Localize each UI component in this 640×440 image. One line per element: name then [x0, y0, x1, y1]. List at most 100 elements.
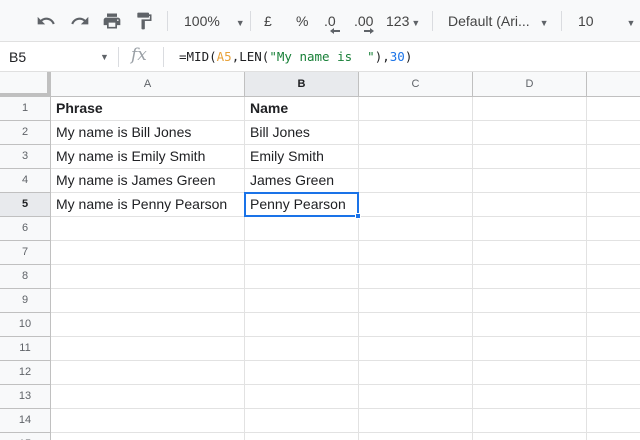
row-header-3[interactable]: 3	[0, 145, 51, 169]
row-header-13[interactable]: 13	[0, 385, 51, 409]
cell-e6[interactable]	[587, 217, 640, 241]
cell-d3[interactable]	[473, 145, 587, 169]
column-header-a[interactable]: A	[51, 72, 245, 97]
cell-b11[interactable]	[245, 337, 359, 361]
cell-c13[interactable]	[359, 385, 473, 409]
cell-e5[interactable]	[587, 193, 640, 217]
cell-b6[interactable]	[245, 217, 359, 241]
cell-c11[interactable]	[359, 337, 473, 361]
cell-b3[interactable]: Emily Smith	[245, 145, 359, 169]
undo-icon[interactable]	[36, 0, 58, 42]
cell-b10[interactable]	[245, 313, 359, 337]
cell-b13[interactable]	[245, 385, 359, 409]
cell-a15[interactable]	[51, 433, 245, 440]
cell-d1[interactable]	[473, 97, 587, 121]
select-all-corner[interactable]	[0, 72, 51, 97]
percent-format-button[interactable]: %	[296, 0, 310, 42]
cell-d5[interactable]	[473, 193, 587, 217]
cell-b1[interactable]: Name	[245, 97, 359, 121]
cell-e10[interactable]	[587, 313, 640, 337]
cell-c10[interactable]	[359, 313, 473, 337]
column-header-c[interactable]: C	[359, 72, 473, 97]
cell-e1[interactable]	[587, 97, 640, 121]
cell-d11[interactable]	[473, 337, 587, 361]
print-icon[interactable]	[102, 0, 124, 42]
cell-e3[interactable]	[587, 145, 640, 169]
cell-a7[interactable]	[51, 241, 245, 265]
cell-e14[interactable]	[587, 409, 640, 433]
cell-a12[interactable]	[51, 361, 245, 385]
more-formats-button[interactable]: 123 ▼	[386, 0, 422, 42]
cell-e12[interactable]	[587, 361, 640, 385]
cell-b12[interactable]	[245, 361, 359, 385]
paint-format-icon[interactable]	[134, 0, 156, 42]
cell-c4[interactable]	[359, 169, 473, 193]
row-header-15[interactable]: 15	[0, 433, 51, 440]
cell-a11[interactable]	[51, 337, 245, 361]
cell-c14[interactable]	[359, 409, 473, 433]
cell-d13[interactable]	[473, 385, 587, 409]
cell-a10[interactable]	[51, 313, 245, 337]
font-select[interactable]: Default (Ari... ▼	[448, 0, 552, 42]
cell-b7[interactable]	[245, 241, 359, 265]
cell-d4[interactable]	[473, 169, 587, 193]
cell-a6[interactable]	[51, 217, 245, 241]
cell-c1[interactable]	[359, 97, 473, 121]
zoom-select[interactable]: 100% ▼	[184, 0, 245, 42]
cell-e9[interactable]	[587, 289, 640, 313]
cell-b8[interactable]	[245, 265, 359, 289]
cell-d7[interactable]	[473, 241, 587, 265]
cell-b15[interactable]	[245, 433, 359, 440]
cell-b9[interactable]	[245, 289, 359, 313]
font-size-select[interactable]: 10 ▼	[578, 0, 635, 42]
row-header-7[interactable]: 7	[0, 241, 51, 265]
cell-a2[interactable]: My name is Bill Jones	[51, 121, 245, 145]
row-header-14[interactable]: 14	[0, 409, 51, 433]
increase-decimal-button[interactable]: .00	[354, 0, 380, 42]
cell-c9[interactable]	[359, 289, 473, 313]
cell-c12[interactable]	[359, 361, 473, 385]
row-header-6[interactable]: 6	[0, 217, 51, 241]
fill-handle[interactable]	[355, 213, 361, 219]
column-header-b[interactable]: B	[245, 72, 359, 97]
cell-a4[interactable]: My name is James Green	[51, 169, 245, 193]
cell-c8[interactable]	[359, 265, 473, 289]
cell-d6[interactable]	[473, 217, 587, 241]
redo-icon[interactable]	[70, 0, 92, 42]
row-header-10[interactable]: 10	[0, 313, 51, 337]
row-header-2[interactable]: 2	[0, 121, 51, 145]
cell-e8[interactable]	[587, 265, 640, 289]
cell-e4[interactable]	[587, 169, 640, 193]
cell-d9[interactable]	[473, 289, 587, 313]
column-header-d[interactable]: D	[473, 72, 587, 97]
cell-e15[interactable]	[587, 433, 640, 440]
cell-b5[interactable]: Penny Pearson	[245, 193, 359, 217]
cell-a9[interactable]	[51, 289, 245, 313]
cell-c2[interactable]	[359, 121, 473, 145]
cell-e7[interactable]	[587, 241, 640, 265]
column-header-overflow[interactable]	[587, 72, 640, 97]
cell-a3[interactable]: My name is Emily Smith	[51, 145, 245, 169]
row-header-8[interactable]: 8	[0, 265, 51, 289]
cell-a13[interactable]	[51, 385, 245, 409]
cell-a5[interactable]: My name is Penny Pearson	[51, 193, 245, 217]
row-header-1[interactable]: 1	[0, 97, 51, 121]
cell-d12[interactable]	[473, 361, 587, 385]
row-header-4[interactable]: 4	[0, 169, 51, 193]
cell-b4[interactable]: James Green	[245, 169, 359, 193]
row-header-9[interactable]: 9	[0, 289, 51, 313]
cell-d8[interactable]	[473, 265, 587, 289]
name-box[interactable]: B5 ▼	[0, 42, 118, 72]
cell-d2[interactable]	[473, 121, 587, 145]
cell-d15[interactable]	[473, 433, 587, 440]
cell-a1[interactable]: Phrase	[51, 97, 245, 121]
cell-c15[interactable]	[359, 433, 473, 440]
cell-a8[interactable]	[51, 265, 245, 289]
cell-c5[interactable]	[359, 193, 473, 217]
cell-e13[interactable]	[587, 385, 640, 409]
row-header-5[interactable]: 5	[0, 193, 51, 217]
cell-c7[interactable]	[359, 241, 473, 265]
cell-b14[interactable]	[245, 409, 359, 433]
cell-d10[interactable]	[473, 313, 587, 337]
row-header-12[interactable]: 12	[0, 361, 51, 385]
